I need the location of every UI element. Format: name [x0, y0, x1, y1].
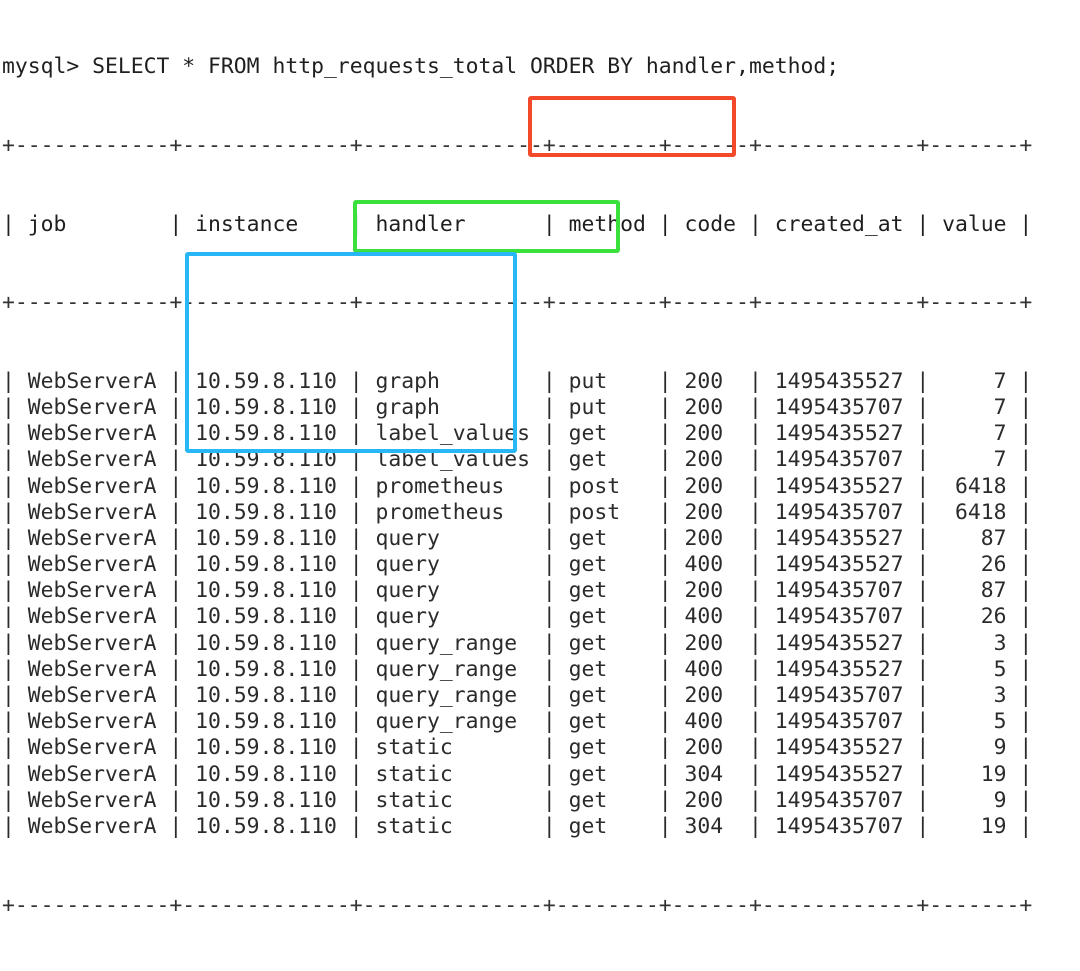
table-rule-header: +------------+-------------+------------… [2, 290, 1033, 316]
table-row: | WebServerA | 10.59.8.110 | query | get… [2, 604, 1033, 630]
table-row: | WebServerA | 10.59.8.110 | static | ge… [2, 735, 1033, 761]
table-rule-top: +------------+-------------+------------… [2, 133, 1033, 158]
table-row: | WebServerA | 10.59.8.110 | graph | put… [2, 368, 1033, 394]
table-row: | WebServerA | 10.59.8.110 | query | get… [2, 552, 1033, 578]
table-row: | WebServerA | 10.59.8.110 | static | ge… [2, 761, 1033, 787]
table-body: | WebServerA | 10.59.8.110 | graph | put… [2, 369, 1032, 840]
table-row: | WebServerA | 10.59.8.110 | static | ge… [2, 787, 1033, 813]
table-row: | WebServerA | 10.59.8.110 | static | ge… [2, 813, 1033, 839]
table-row: | WebServerA | 10.59.8.110 | label_value… [2, 447, 1033, 473]
table-row: | WebServerA | 10.59.8.110 | prometheus … [2, 499, 1033, 525]
table-row: | WebServerA | 10.59.8.110 | prometheus … [2, 473, 1033, 499]
table-row: | WebServerA | 10.59.8.110 | query | get… [2, 525, 1033, 551]
terminal-output: mysql> SELECT * FROM http_requests_total… [2, 2, 1032, 971]
table-row: | WebServerA | 10.59.8.110 | query | get… [2, 578, 1033, 604]
table-row: | WebServerA | 10.59.8.110 | query_range… [2, 630, 1033, 656]
mysql-prompt-line: mysql> SELECT * FROM http_requests_total… [2, 54, 840, 80]
table-row: | WebServerA | 10.59.8.110 | query_range… [2, 656, 1033, 682]
table-row: | WebServerA | 10.59.8.110 | graph | put… [2, 394, 1033, 420]
table-row: | WebServerA | 10.59.8.110 | query_range… [2, 709, 1033, 735]
table-row: | WebServerA | 10.59.8.110 | label_value… [2, 421, 1033, 447]
table-rule-bottom: +------------+-------------+------------… [2, 892, 1033, 918]
table-header-row: | job | instance | handler | method | co… [2, 211, 1033, 237]
table-row: | WebServerA | 10.59.8.110 | query_range… [2, 683, 1033, 709]
terminal-window: mysql> SELECT * FROM http_requests_total… [0, 0, 1080, 918]
